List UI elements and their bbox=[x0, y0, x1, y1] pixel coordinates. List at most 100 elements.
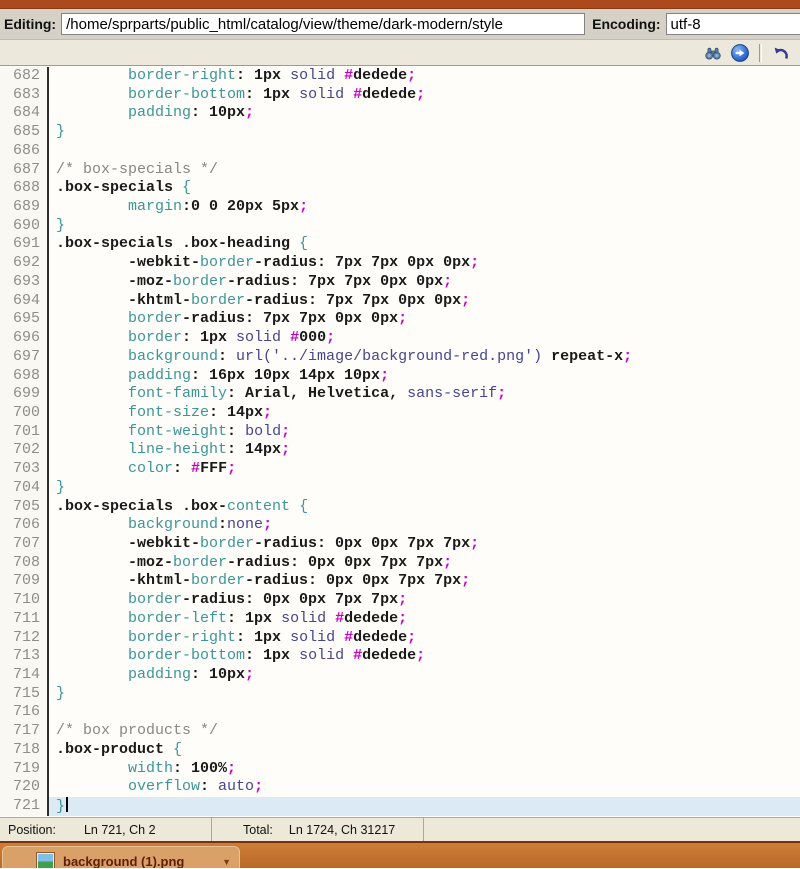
line-number: 719 bbox=[0, 760, 49, 779]
code-line-691[interactable]: 691.box-specials .box-heading { bbox=[0, 235, 800, 254]
code-line-694[interactable]: 694 -khtml-border-radius: 7px 7px 0px 0p… bbox=[0, 292, 800, 311]
file-path-input[interactable] bbox=[61, 13, 585, 35]
line-number: 687 bbox=[0, 161, 49, 180]
encoding-label: Encoding: bbox=[592, 16, 660, 32]
line-number: 706 bbox=[0, 516, 49, 535]
code-line-689[interactable]: 689 margin:0 0 20px 5px; bbox=[0, 198, 800, 217]
code-text: /* box-specials */ bbox=[49, 161, 800, 180]
code-line-710[interactable]: 710 border-radius: 0px 0px 7px 7px; bbox=[0, 591, 800, 610]
code-area: 682 border-right: 1px solid #dedede;683 … bbox=[0, 67, 800, 816]
code-line-692[interactable]: 692 -webkit-border-radius: 7px 7px 0px 0… bbox=[0, 254, 800, 273]
line-number: 711 bbox=[0, 610, 49, 629]
code-line-713[interactable]: 713 border-bottom: 1px solid #dedede; bbox=[0, 647, 800, 666]
position-label: Position: bbox=[8, 823, 56, 837]
line-number: 696 bbox=[0, 329, 49, 348]
code-text: border-left: 1px solid #dedede; bbox=[49, 610, 800, 629]
code-text: .box-product { bbox=[49, 741, 800, 760]
code-text: .box-specials .box-content { bbox=[49, 498, 800, 517]
go-to-line-button[interactable] bbox=[729, 42, 751, 64]
code-text: font-size: 14px; bbox=[49, 404, 800, 423]
line-number: 705 bbox=[0, 498, 49, 517]
status-bar: Position: Ln 721, Ch 2 Total: Ln 1724, C… bbox=[0, 817, 800, 841]
code-line-696[interactable]: 696 border: 1px solid #000; bbox=[0, 329, 800, 348]
code-line-703[interactable]: 703 color: #FFF; bbox=[0, 460, 800, 479]
line-number: 692 bbox=[0, 254, 49, 273]
code-text: border-bottom: 1px solid #dedede; bbox=[49, 647, 800, 666]
code-text: border-bottom: 1px solid #dedede; bbox=[49, 86, 800, 105]
code-line-690[interactable]: 690} bbox=[0, 217, 800, 236]
code-line-684[interactable]: 684 padding: 10px; bbox=[0, 104, 800, 123]
code-line-699[interactable]: 699 font-family: Arial, Helvetica, sans-… bbox=[0, 385, 800, 404]
line-number: 713 bbox=[0, 647, 49, 666]
code-line-717[interactable]: 717/* box products */ bbox=[0, 722, 800, 741]
image-file-icon bbox=[37, 853, 54, 868]
line-number: 715 bbox=[0, 685, 49, 704]
download-file-name: background (1).png bbox=[63, 854, 184, 868]
code-line-701[interactable]: 701 font-weight: bold; bbox=[0, 423, 800, 442]
code-line-683[interactable]: 683 border-bottom: 1px solid #dedede; bbox=[0, 86, 800, 105]
code-line-720[interactable]: 720 overflow: auto; bbox=[0, 778, 800, 797]
code-line-716[interactable]: 716 bbox=[0, 703, 800, 722]
code-line-715[interactable]: 715} bbox=[0, 685, 800, 704]
code-line-719[interactable]: 719 width: 100%; bbox=[0, 760, 800, 779]
find-button[interactable] bbox=[702, 42, 724, 64]
code-line-714[interactable]: 714 padding: 10px; bbox=[0, 666, 800, 685]
line-number: 700 bbox=[0, 404, 49, 423]
code-text: padding: 10px; bbox=[49, 104, 800, 123]
code-text bbox=[49, 142, 800, 161]
go-arrow-icon bbox=[730, 43, 750, 63]
line-number: 694 bbox=[0, 292, 49, 311]
code-line-712[interactable]: 712 border-right: 1px solid #dedede; bbox=[0, 629, 800, 648]
code-text: } bbox=[49, 123, 800, 142]
code-line-682[interactable]: 682 border-right: 1px solid #dedede; bbox=[0, 67, 800, 86]
toolbar-separator bbox=[759, 44, 762, 62]
window-top-strip bbox=[0, 0, 800, 9]
status-position-cell: Position: Ln 721, Ch 2 bbox=[0, 818, 212, 841]
code-line-704[interactable]: 704} bbox=[0, 479, 800, 498]
code-text: } bbox=[49, 217, 800, 236]
line-number: 702 bbox=[0, 441, 49, 460]
code-text: padding: 10px; bbox=[49, 666, 800, 685]
code-line-687[interactable]: 687/* box-specials */ bbox=[0, 161, 800, 180]
code-editor[interactable]: 682 border-right: 1px solid #dedede;683 … bbox=[0, 66, 800, 817]
line-number: 716 bbox=[0, 703, 49, 722]
text-cursor bbox=[66, 797, 68, 812]
editing-label: Editing: bbox=[4, 16, 56, 32]
code-line-688[interactable]: 688.box-specials { bbox=[0, 179, 800, 198]
code-line-706[interactable]: 706 background:none; bbox=[0, 516, 800, 535]
line-number: 708 bbox=[0, 554, 49, 573]
code-line-705[interactable]: 705.box-specials .box-content { bbox=[0, 498, 800, 517]
chevron-down-icon[interactable]: ▼ bbox=[222, 857, 231, 867]
code-text: font-weight: bold; bbox=[49, 423, 800, 442]
code-text: border-radius: 0px 0px 7px 7px; bbox=[49, 591, 800, 610]
line-number: 682 bbox=[0, 67, 49, 86]
line-number: 710 bbox=[0, 591, 49, 610]
line-number: 703 bbox=[0, 460, 49, 479]
code-line-698[interactable]: 698 padding: 16px 10px 14px 10px; bbox=[0, 367, 800, 386]
code-line-711[interactable]: 711 border-left: 1px solid #dedede; bbox=[0, 610, 800, 629]
undo-button[interactable] bbox=[770, 42, 792, 64]
code-text: } bbox=[49, 685, 800, 704]
code-line-697[interactable]: 697 background: url('../image/background… bbox=[0, 348, 800, 367]
code-line-708[interactable]: 708 -moz-border-radius: 0px 0px 7px 7px; bbox=[0, 554, 800, 573]
code-text: padding: 16px 10px 14px 10px; bbox=[49, 367, 800, 386]
code-line-695[interactable]: 695 border-radius: 7px 7px 0px 0px; bbox=[0, 310, 800, 329]
code-text: .box-specials { bbox=[49, 179, 800, 198]
code-line-707[interactable]: 707 -webkit-border-radius: 0px 0px 7px 7… bbox=[0, 535, 800, 554]
code-text: border-right: 1px solid #dedede; bbox=[49, 67, 800, 86]
code-line-693[interactable]: 693 -moz-border-radius: 7px 7px 0px 0px; bbox=[0, 273, 800, 292]
code-line-702[interactable]: 702 line-height: 14px; bbox=[0, 441, 800, 460]
encoding-input[interactable] bbox=[666, 13, 800, 35]
download-item[interactable]: background (1).png ▼ bbox=[2, 846, 240, 868]
code-line-686[interactable]: 686 bbox=[0, 142, 800, 161]
line-number: 693 bbox=[0, 273, 49, 292]
code-line-700[interactable]: 700 font-size: 14px; bbox=[0, 404, 800, 423]
code-line-685[interactable]: 685} bbox=[0, 123, 800, 142]
line-number: 683 bbox=[0, 86, 49, 105]
code-line-718[interactable]: 718.box-product { bbox=[0, 741, 800, 760]
code-text: border-right: 1px solid #dedede; bbox=[49, 629, 800, 648]
code-text: } bbox=[49, 479, 800, 498]
code-line-709[interactable]: 709 -khtml-border-radius: 0px 0px 7px 7p… bbox=[0, 572, 800, 591]
line-number: 688 bbox=[0, 179, 49, 198]
code-line-721[interactable]: 721} bbox=[0, 797, 800, 816]
